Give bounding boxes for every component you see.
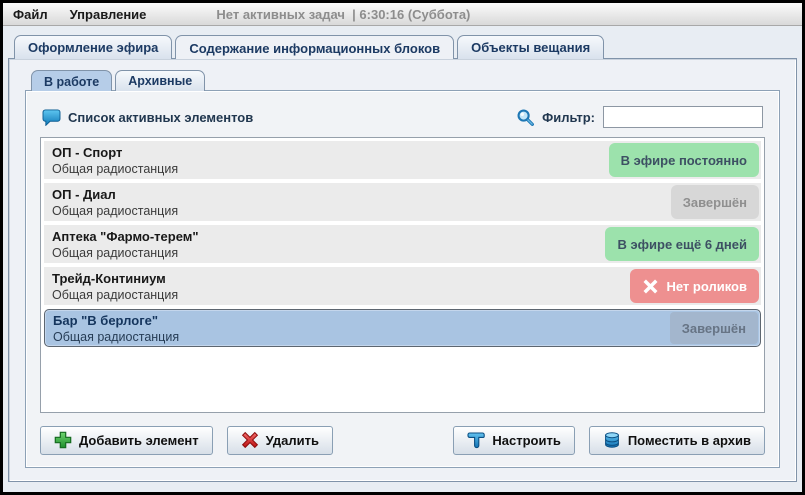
tab-broadcast-objects[interactable]: Объекты вещания xyxy=(457,35,605,59)
status-label: В эфире постоянно xyxy=(620,152,747,168)
main-area: Оформление эфира Содержание информационн… xyxy=(3,26,802,492)
white-cross-icon xyxy=(642,278,659,295)
active-elements-list[interactable]: ОП - Спорт Общая радиостанция В эфире по… xyxy=(40,137,765,413)
button-label: Удалить xyxy=(265,432,319,448)
list-item-text: ОП - Диал Общая радиостанция xyxy=(44,183,669,221)
item-title: Трейд-Континиум xyxy=(52,270,166,286)
menu-management[interactable]: Управление xyxy=(70,7,159,22)
inner-tab-bar: В работе Архивные xyxy=(25,70,780,91)
magnifier-icon xyxy=(516,108,535,127)
status-badge: Завершён xyxy=(669,312,758,344)
button-label: Настроить xyxy=(492,432,561,448)
tab-in-progress[interactable]: В работе xyxy=(31,70,113,91)
item-title: Аптека "Фармо-терем" xyxy=(52,228,199,244)
info-blocks-panel: В работе Архивные Список активных элемен… xyxy=(8,58,797,482)
list-item-text: Бар "В берлоге" Общая радиостанция xyxy=(45,310,668,346)
filter-label: Фильтр: xyxy=(542,109,595,125)
item-title: ОП - Спорт xyxy=(52,144,123,160)
item-subtitle: Общая радиостанция xyxy=(52,203,179,218)
item-title: ОП - Диал xyxy=(52,186,116,202)
button-bar: Добавить элемент Удалить Настроить Помес… xyxy=(40,425,765,455)
list-item-selected[interactable]: Бар "В берлоге" Общая радиостанция Завер… xyxy=(44,309,761,347)
hammer-icon xyxy=(467,431,486,449)
item-subtitle: Общая радиостанция xyxy=(52,161,179,176)
status-badge: Нет роликов xyxy=(630,269,759,303)
menu-file[interactable]: Файл xyxy=(13,7,60,22)
list-item[interactable]: ОП - Спорт Общая радиостанция В эфире по… xyxy=(44,141,761,179)
menu-bar: Файл Управление Нет активных задач | 6:3… xyxy=(3,3,802,26)
tab-info-blocks-content[interactable]: Содержание информационных блоков xyxy=(175,35,455,59)
button-label: Поместить в архив xyxy=(627,432,751,448)
status-label: Завершён xyxy=(682,194,747,210)
green-plus-icon xyxy=(54,431,72,449)
status-label: Нет роликов xyxy=(666,278,747,294)
delete-button[interactable]: Удалить xyxy=(226,425,333,455)
status-label: Завершён xyxy=(681,320,746,336)
list-item[interactable]: Трейд-Континиум Общая радиостанция Нет р… xyxy=(44,267,761,305)
button-label: Добавить элемент xyxy=(79,432,199,448)
app-window: Файл Управление Нет активных задач | 6:3… xyxy=(0,0,805,495)
tab-broadcast-design[interactable]: Оформление эфира xyxy=(14,35,173,59)
status-label: В эфире ещё 6 дней xyxy=(617,236,747,252)
list-item-text: Трейд-Континиум Общая радиостанция xyxy=(44,267,628,305)
filter-input[interactable] xyxy=(603,106,763,128)
add-element-button[interactable]: Добавить элемент xyxy=(40,425,213,455)
red-cross-icon xyxy=(241,431,259,449)
list-item[interactable]: ОП - Диал Общая радиостанция Завершён xyxy=(44,183,761,221)
status-text: Нет активных задач | 6:30:16 (Суббота) xyxy=(216,6,471,22)
speech-bubble-icon xyxy=(42,108,61,126)
configure-button[interactable]: Настроить xyxy=(453,425,575,455)
item-subtitle: Общая радиостанция xyxy=(52,287,179,302)
list-item[interactable]: Аптека "Фармо-терем" Общая радиостанция … xyxy=(44,225,761,263)
tab-archived[interactable]: Архивные xyxy=(115,70,206,91)
status-badge: Завершён xyxy=(670,185,759,219)
list-item-text: ОП - Спорт Общая радиостанция xyxy=(44,141,607,179)
list-item-text: Аптека "Фармо-терем" Общая радиостанция xyxy=(44,225,603,263)
list-header: Список активных элементов Фильтр: xyxy=(42,105,763,129)
database-icon xyxy=(603,431,621,449)
main-tab-bar: Оформление эфира Содержание информационн… xyxy=(8,35,797,59)
in-progress-panel: Список активных элементов Фильтр: ОП - С… xyxy=(25,90,780,468)
status-badge: В эфире постоянно xyxy=(608,143,759,177)
status-badge: В эфире ещё 6 дней xyxy=(605,227,759,261)
list-title: Список активных элементов xyxy=(68,109,254,125)
archive-button[interactable]: Поместить в архив xyxy=(588,425,765,455)
item-subtitle: Общая радиостанция xyxy=(53,329,180,344)
item-subtitle: Общая радиостанция xyxy=(52,245,179,260)
item-title: Бар "В берлоге" xyxy=(53,312,159,328)
